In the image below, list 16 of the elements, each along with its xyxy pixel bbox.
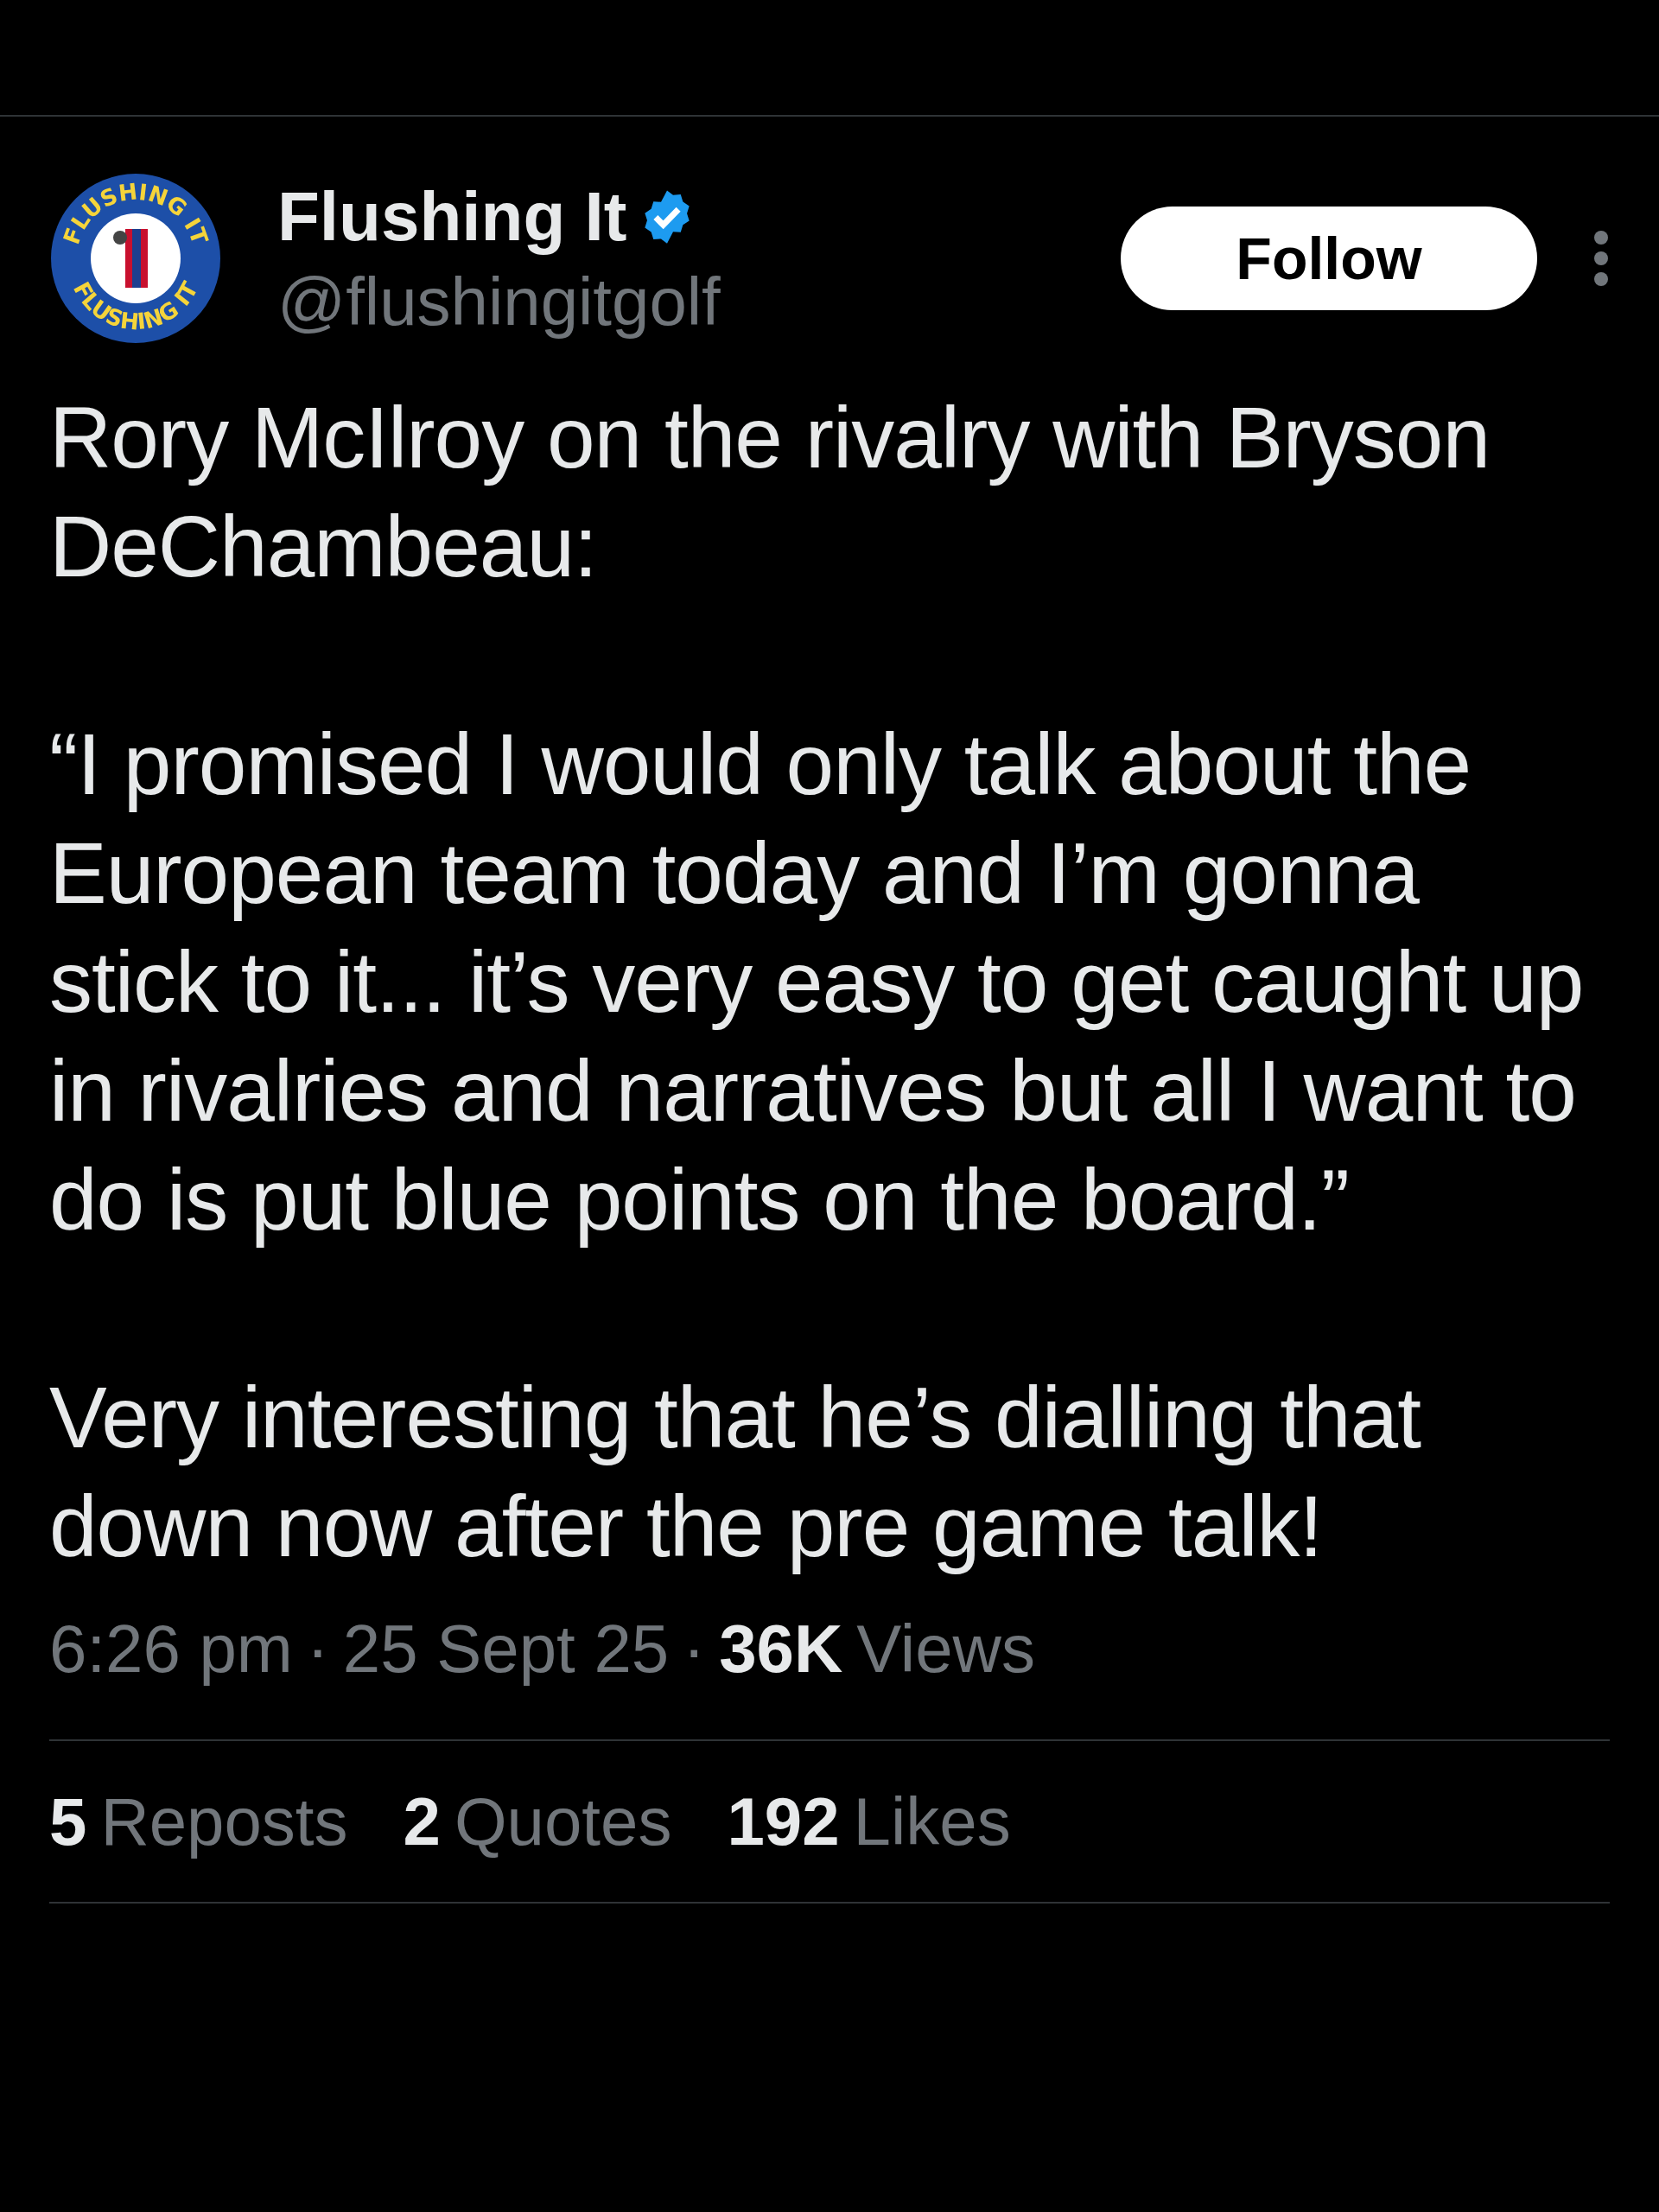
post-text: “I promised I would only talk about the European team today and I’m gonna stick to it... it’s very easy to get caught up in rivalries and narratives but all I want to do is put blue points on the board.” — [49, 715, 1585, 1249]
post-time[interactable]: 6:26 pm — [49, 1601, 293, 1696]
author-name[interactable]: Flushing It — [277, 174, 627, 260]
stat-link[interactable]: 5 Reposts — [49, 1784, 348, 1859]
post-text: Rory McIlroy on the rivalry with Bryson DeChambeau: — [49, 388, 1491, 596]
post-date[interactable]: 25 Sept 25 — [342, 1601, 670, 1696]
stat-link[interactable]: 2 Quotes — [403, 1784, 672, 1859]
stat-link[interactable]: 192 Likes — [727, 1784, 1011, 1859]
post-text: Very interesting that he’s dialling that down now after the pre game talk! — [49, 1368, 1422, 1576]
more-options-icon[interactable] — [1592, 230, 1610, 287]
separator-dot: · — [306, 1610, 329, 1688]
author-handle[interactable]: @flushingitgolf — [277, 260, 721, 343]
views-count: 36K — [719, 1610, 843, 1688]
views-label: Views — [856, 1610, 1035, 1688]
follow-button[interactable]: Follow — [1121, 207, 1537, 310]
separator-dot: · — [683, 1610, 706, 1688]
